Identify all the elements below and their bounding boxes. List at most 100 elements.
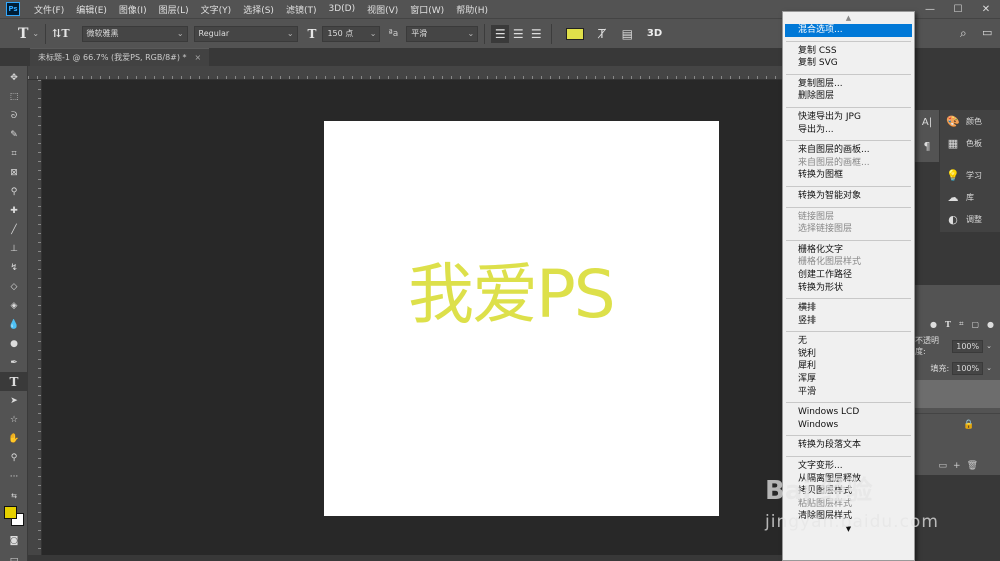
color-panel-button[interactable]: 🎨 颜色	[940, 110, 1000, 132]
library-panel-button[interactable]: ☁ 库	[940, 186, 1000, 208]
context-menu-item[interactable]: 无	[783, 335, 914, 348]
context-menu-item[interactable]: 横排	[783, 302, 914, 315]
tool-preset-chevron-icon[interactable]: ⌄	[32, 29, 39, 38]
lasso-tool-icon[interactable]: ᘐ	[0, 106, 28, 125]
brush-tool-icon[interactable]: ╱	[0, 220, 28, 239]
align-center-icon[interactable]: ☰	[509, 27, 527, 41]
font-style-select[interactable]: Regular ⌄	[193, 25, 298, 42]
screen-mode-icon[interactable]: ▭	[0, 550, 28, 561]
context-menu-item[interactable]: 栅格化文字	[783, 244, 914, 257]
filter-type-icon[interactable]: T	[945, 319, 951, 329]
history-brush-tool-icon[interactable]: ↯	[0, 258, 28, 277]
context-menu-item[interactable]: 浑厚	[783, 373, 914, 386]
context-menu-item[interactable]: 复制 CSS	[783, 45, 914, 58]
paragraph-panel-icon[interactable]: ¶	[915, 134, 939, 158]
crop-tool-icon[interactable]: ⌗	[0, 144, 28, 163]
frame-tool-icon[interactable]: ⊠	[0, 163, 28, 182]
filter-shape-icon[interactable]: ⌗	[959, 319, 964, 329]
search-icon[interactable]: ⌕	[960, 26, 967, 41]
quick-select-tool-icon[interactable]: ✎	[0, 125, 28, 144]
fill-input[interactable]: 100%	[952, 361, 984, 375]
context-menu-item[interactable]: 混合选项...	[785, 24, 912, 37]
menu-help[interactable]: 帮助(H)	[450, 3, 494, 16]
context-menu-item[interactable]: 犀利	[783, 360, 914, 373]
font-size-select[interactable]: 150 点 ⌄	[322, 25, 381, 42]
marquee-tool-icon[interactable]: ⬚	[0, 87, 28, 106]
context-menu-item[interactable]: 转换为段落文本	[783, 439, 914, 452]
pen-tool-icon[interactable]: ✒	[0, 353, 28, 372]
layer-row-background[interactable]: 🔒	[915, 413, 1000, 437]
menu-select[interactable]: 选择(S)	[237, 3, 280, 16]
filter-pixel-icon[interactable]: ●	[930, 320, 937, 329]
align-left-icon[interactable]: ☰	[491, 24, 510, 43]
blur-tool-icon[interactable]: 💧	[0, 315, 28, 334]
context-menu-item[interactable]: 锐利	[783, 348, 914, 361]
context-menu-item[interactable]: 平滑	[783, 386, 914, 399]
eyedropper-tool-icon[interactable]: ⚲	[0, 182, 28, 201]
minimize-button[interactable]: —	[916, 0, 944, 18]
character-panel-icon[interactable]: A|	[915, 110, 939, 134]
context-menu-item[interactable]: 复制图层...	[783, 78, 914, 91]
color-picker[interactable]	[0, 505, 28, 531]
context-menu-item[interactable]: 复制 SVG	[783, 57, 914, 70]
context-menu-item[interactable]: Windows	[783, 419, 914, 432]
maximize-button[interactable]: ☐	[944, 0, 972, 18]
swap-colors-icon[interactable]: ⇆	[0, 486, 28, 505]
menu-scroll-up-icon[interactable]: ▲	[783, 12, 914, 24]
healing-brush-tool-icon[interactable]: ✚	[0, 201, 28, 220]
close-tab-icon[interactable]: ×	[195, 53, 202, 62]
filter-toggle-icon[interactable]: ●	[987, 320, 994, 329]
context-menu-item[interactable]: 删除图层	[783, 90, 914, 103]
move-tool-icon[interactable]: ✥	[0, 68, 28, 87]
context-menu-item[interactable]: 转换为形状	[783, 282, 914, 295]
context-menu-item[interactable]: 转换为图框	[783, 169, 914, 182]
character-panel-icon[interactable]: ▤	[622, 27, 633, 41]
adjustments-panel-button[interactable]: ◐ 调整	[940, 208, 1000, 230]
more-tools-icon[interactable]: ···	[0, 467, 28, 486]
align-right-icon[interactable]: ☰	[527, 27, 545, 41]
learn-panel-button[interactable]: 💡 学习	[940, 164, 1000, 186]
document-canvas[interactable]: 我爱PS	[324, 121, 719, 516]
layer-row-selected[interactable]	[915, 380, 1000, 408]
context-menu-item[interactable]: 导出为...	[783, 124, 914, 137]
swatches-panel-button[interactable]: ▦ 色板	[940, 132, 1000, 154]
path-select-tool-icon[interactable]: ➤	[0, 391, 28, 410]
close-window-button[interactable]: ✕	[972, 0, 1000, 18]
context-menu-item[interactable]: 快速导出为 JPG	[783, 111, 914, 124]
font-family-select[interactable]: 微软雅黑 ⌄	[81, 25, 188, 42]
menu-view[interactable]: 视图(V)	[361, 3, 404, 16]
menu-layer[interactable]: 图层(L)	[153, 3, 195, 16]
shape-tool-icon[interactable]: ☆	[0, 410, 28, 429]
context-menu-item[interactable]: Windows LCD	[783, 406, 914, 419]
eraser-tool-icon[interactable]: ◇	[0, 277, 28, 296]
text-color-swatch[interactable]	[566, 27, 585, 40]
context-menu-item[interactable]: 创建工作路径	[783, 269, 914, 282]
context-menu-item[interactable]: 竖排	[783, 315, 914, 328]
filter-smart-icon[interactable]: ▢	[971, 320, 979, 329]
workspace-icon[interactable]: ▭	[982, 26, 992, 39]
context-menu-item[interactable]: 来自图层的画板...	[783, 144, 914, 157]
canvas-workspace[interactable]: 我爱PS	[42, 80, 783, 555]
hand-tool-icon[interactable]: ✋	[0, 429, 28, 448]
menu-file[interactable]: 文件(F)	[28, 3, 70, 16]
opacity-input[interactable]: 100%	[952, 339, 984, 353]
chevron-down-icon[interactable]: ⌄	[986, 364, 992, 372]
warp-text-icon[interactable]: Ⱦ	[598, 27, 605, 41]
menu-filter[interactable]: 滤镜(T)	[280, 3, 323, 16]
menu-window[interactable]: 窗口(W)	[404, 3, 450, 16]
stamp-tool-icon[interactable]: ⊥	[0, 239, 28, 258]
paint-bucket-tool-icon[interactable]: ◈	[0, 296, 28, 315]
chevron-down-icon[interactable]: ⌄	[986, 342, 992, 350]
foreground-color-swatch[interactable]	[4, 506, 17, 519]
menu-image[interactable]: 图像(I)	[113, 3, 153, 16]
3d-button[interactable]: 3D	[647, 28, 662, 39]
menu-edit[interactable]: 编辑(E)	[70, 3, 113, 16]
antialias-select[interactable]: 平滑 ⌄	[406, 25, 479, 42]
menu-3d[interactable]: 3D(D)	[322, 4, 361, 14]
dodge-tool-icon[interactable]: ●	[0, 334, 28, 353]
context-menu-item[interactable]: 转换为智能对象	[783, 190, 914, 203]
type-tool-icon[interactable]: T	[0, 372, 28, 391]
quick-mask-icon[interactable]: ◙	[0, 531, 28, 550]
type-tool-icon[interactable]: T	[18, 26, 28, 42]
canvas-text-layer[interactable]: 我爱PS	[408, 241, 616, 337]
